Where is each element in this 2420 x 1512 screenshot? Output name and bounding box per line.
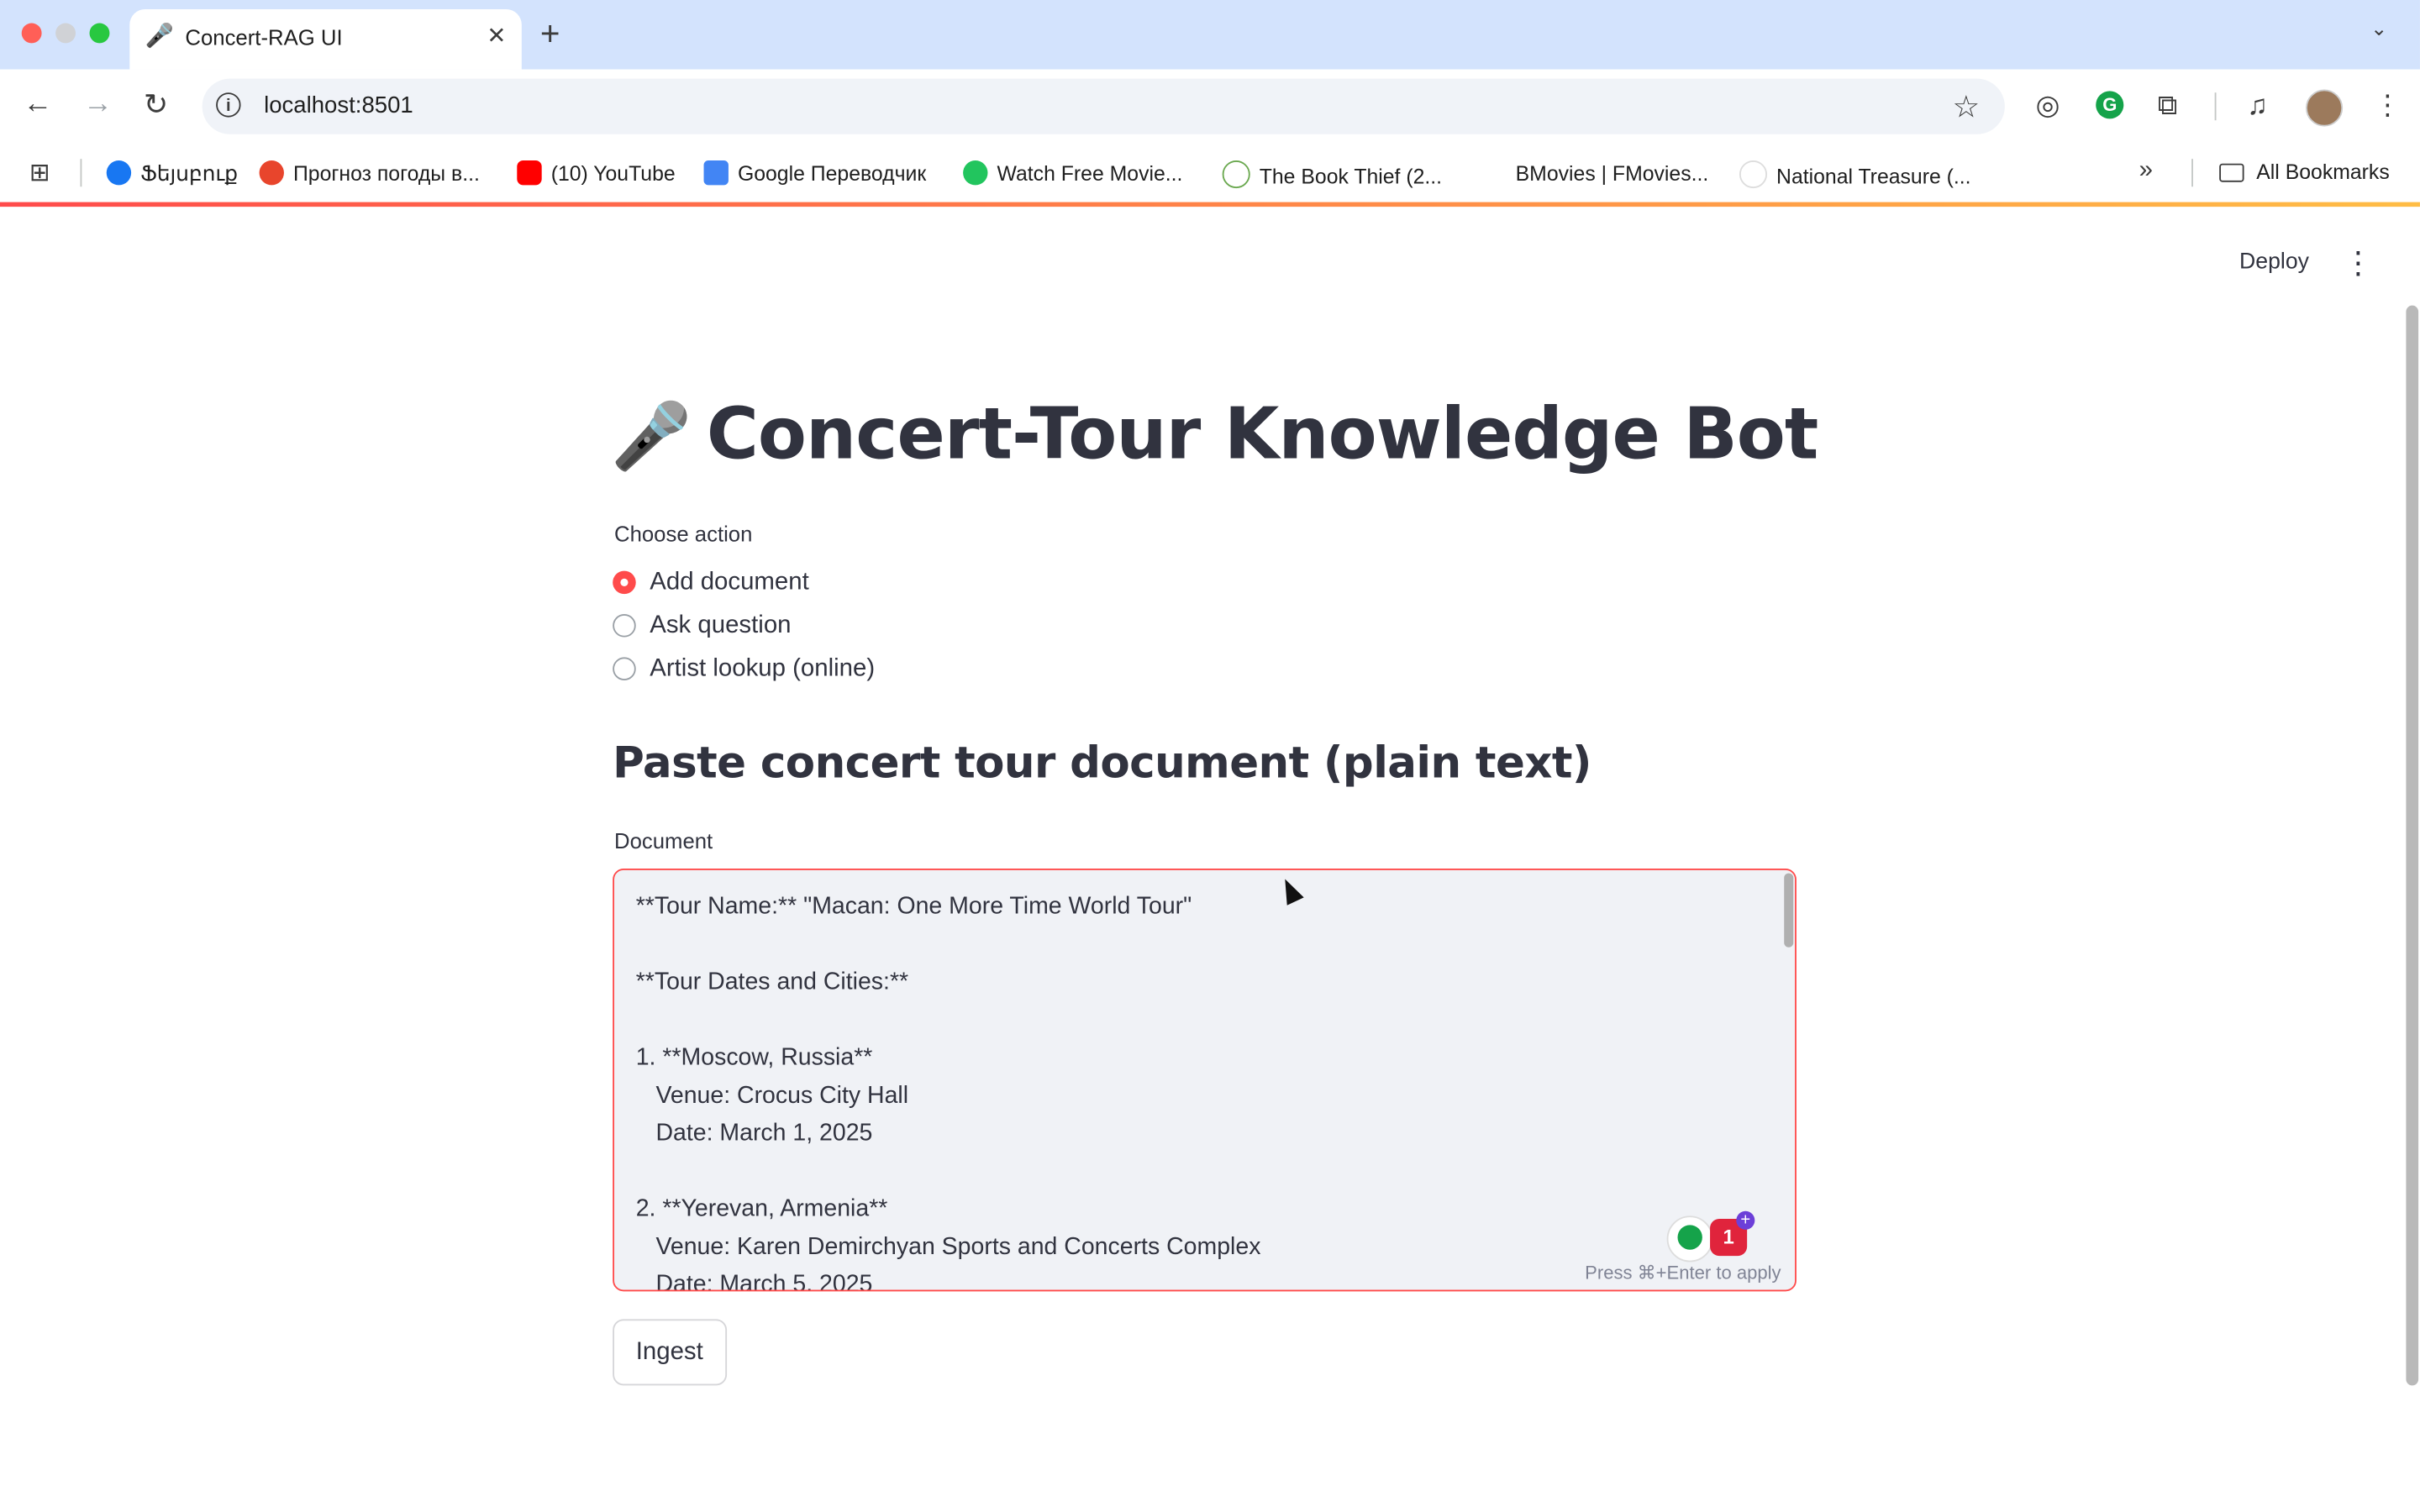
reload-icon[interactable]: ↻ bbox=[144, 88, 168, 123]
page-title: 🎤 Concert-Tour Knowledge Bot bbox=[611, 392, 1818, 475]
tab-strip: 🎤 Concert-RAG UI ✕ + ⌄ bbox=[0, 0, 2420, 70]
divider bbox=[2214, 92, 2217, 121]
radio-ask-question[interactable]: Ask question bbox=[613, 612, 792, 640]
bookmarks-bar: ⊞ Ֆեյսբուք Прогноз погоды в... (10) YouT… bbox=[0, 143, 2420, 202]
forward-icon[interactable]: → bbox=[83, 88, 113, 122]
back-icon[interactable]: ← bbox=[24, 88, 53, 122]
menu-icon[interactable]: ⋮ bbox=[2374, 90, 2402, 123]
info-icon[interactable]: i bbox=[216, 92, 241, 118]
more-bookmarks-icon[interactable]: » bbox=[2139, 157, 2153, 185]
radio-unselected-icon[interactable] bbox=[613, 614, 636, 638]
close-icon[interactable]: ✕ bbox=[487, 22, 506, 50]
ingest-button[interactable]: Ingest bbox=[613, 1319, 727, 1386]
lightbulb-icon bbox=[1677, 1225, 1702, 1250]
grammarly-icon[interactable]: G bbox=[2096, 91, 2124, 119]
radio-add-document[interactable]: Add document bbox=[613, 570, 809, 597]
maximize-window-button[interactable] bbox=[89, 23, 110, 44]
new-tab-button[interactable]: + bbox=[540, 14, 560, 55]
bookmark-item[interactable]: The Book Thief (2... bbox=[1222, 160, 1442, 189]
document-text[interactable]: **Tour Name:** "Macan: One More Time Wor… bbox=[636, 889, 1261, 1289]
divider bbox=[80, 159, 82, 187]
choose-action-label: Choose action bbox=[614, 521, 753, 547]
radio-selected-icon[interactable] bbox=[613, 570, 636, 595]
apps-grid-icon[interactable]: ⊞ bbox=[29, 161, 54, 186]
browser-toolbar: ← → ↻ i localhost:8501 ☆ ◎ G ⧉ ♫ ⋮ bbox=[0, 69, 2420, 144]
deploy-button[interactable]: Deploy bbox=[2224, 247, 2325, 278]
close-window-button[interactable] bbox=[21, 23, 42, 44]
bookmark-item[interactable]: Google Переводчик bbox=[703, 160, 926, 186]
puzzle-icon[interactable]: ⧉ bbox=[2158, 90, 2178, 123]
document-label: Document bbox=[614, 828, 713, 853]
extension-icon[interactable]: ◎ bbox=[2036, 90, 2060, 123]
media-control-icon[interactable]: ♫ bbox=[2247, 90, 2268, 123]
browser-tab[interactable]: 🎤 Concert-RAG UI ✕ bbox=[129, 9, 522, 70]
textarea-scrollbar[interactable] bbox=[1784, 873, 1794, 948]
radio-unselected-icon[interactable] bbox=[613, 657, 636, 680]
star-icon[interactable]: ☆ bbox=[1953, 88, 1981, 127]
url-text[interactable]: localhost:8501 bbox=[264, 92, 413, 118]
address-bar[interactable]: i localhost:8501 ☆ bbox=[202, 78, 2005, 134]
minimize-window-button[interactable] bbox=[55, 23, 76, 44]
bookmark-item[interactable]: (10) YouTube bbox=[517, 160, 676, 186]
divider bbox=[2191, 159, 2193, 187]
bookmark-item[interactable]: Прогноз погоды в... bbox=[259, 160, 480, 186]
tab-title: Concert-RAG UI bbox=[185, 24, 343, 50]
bookmark-item[interactable]: BMovies | FMovies... bbox=[1481, 160, 1708, 186]
bookmark-item[interactable]: Watch Free Movie... bbox=[963, 160, 1182, 186]
page-title-text: Concert-Tour Knowledge Bot bbox=[706, 391, 1819, 475]
plus-icon[interactable]: + bbox=[1736, 1210, 1755, 1230]
section-subheader: Paste concert tour document (plain text) bbox=[613, 737, 1591, 789]
microphone-icon: 🎤 bbox=[611, 397, 692, 474]
apply-hint: Press ⌘+Enter to apply bbox=[1585, 1262, 1781, 1284]
bookmark-item[interactable]: National Treasure (... bbox=[1739, 160, 1971, 189]
radio-artist-lookup[interactable]: Artist lookup (online) bbox=[613, 656, 875, 684]
chevron-down-icon[interactable]: ⌄ bbox=[2370, 17, 2387, 41]
folder-icon bbox=[2219, 163, 2244, 182]
main-menu-icon[interactable]: ⋮ bbox=[2343, 244, 2374, 282]
grammarly-widget[interactable] bbox=[1666, 1215, 1713, 1263]
document-textarea[interactable]: **Tour Name:** "Macan: One More Time Wor… bbox=[613, 869, 1797, 1292]
all-bookmarks-button[interactable]: All Bookmarks bbox=[2219, 160, 2390, 184]
app-header-decoration bbox=[0, 202, 2420, 207]
microphone-icon: 🎤 bbox=[145, 23, 174, 50]
bookmark-item[interactable]: Ֆեյսբուք bbox=[106, 160, 238, 186]
avatar[interactable] bbox=[2306, 89, 2344, 127]
page-scrollbar[interactable] bbox=[2406, 305, 2419, 1386]
